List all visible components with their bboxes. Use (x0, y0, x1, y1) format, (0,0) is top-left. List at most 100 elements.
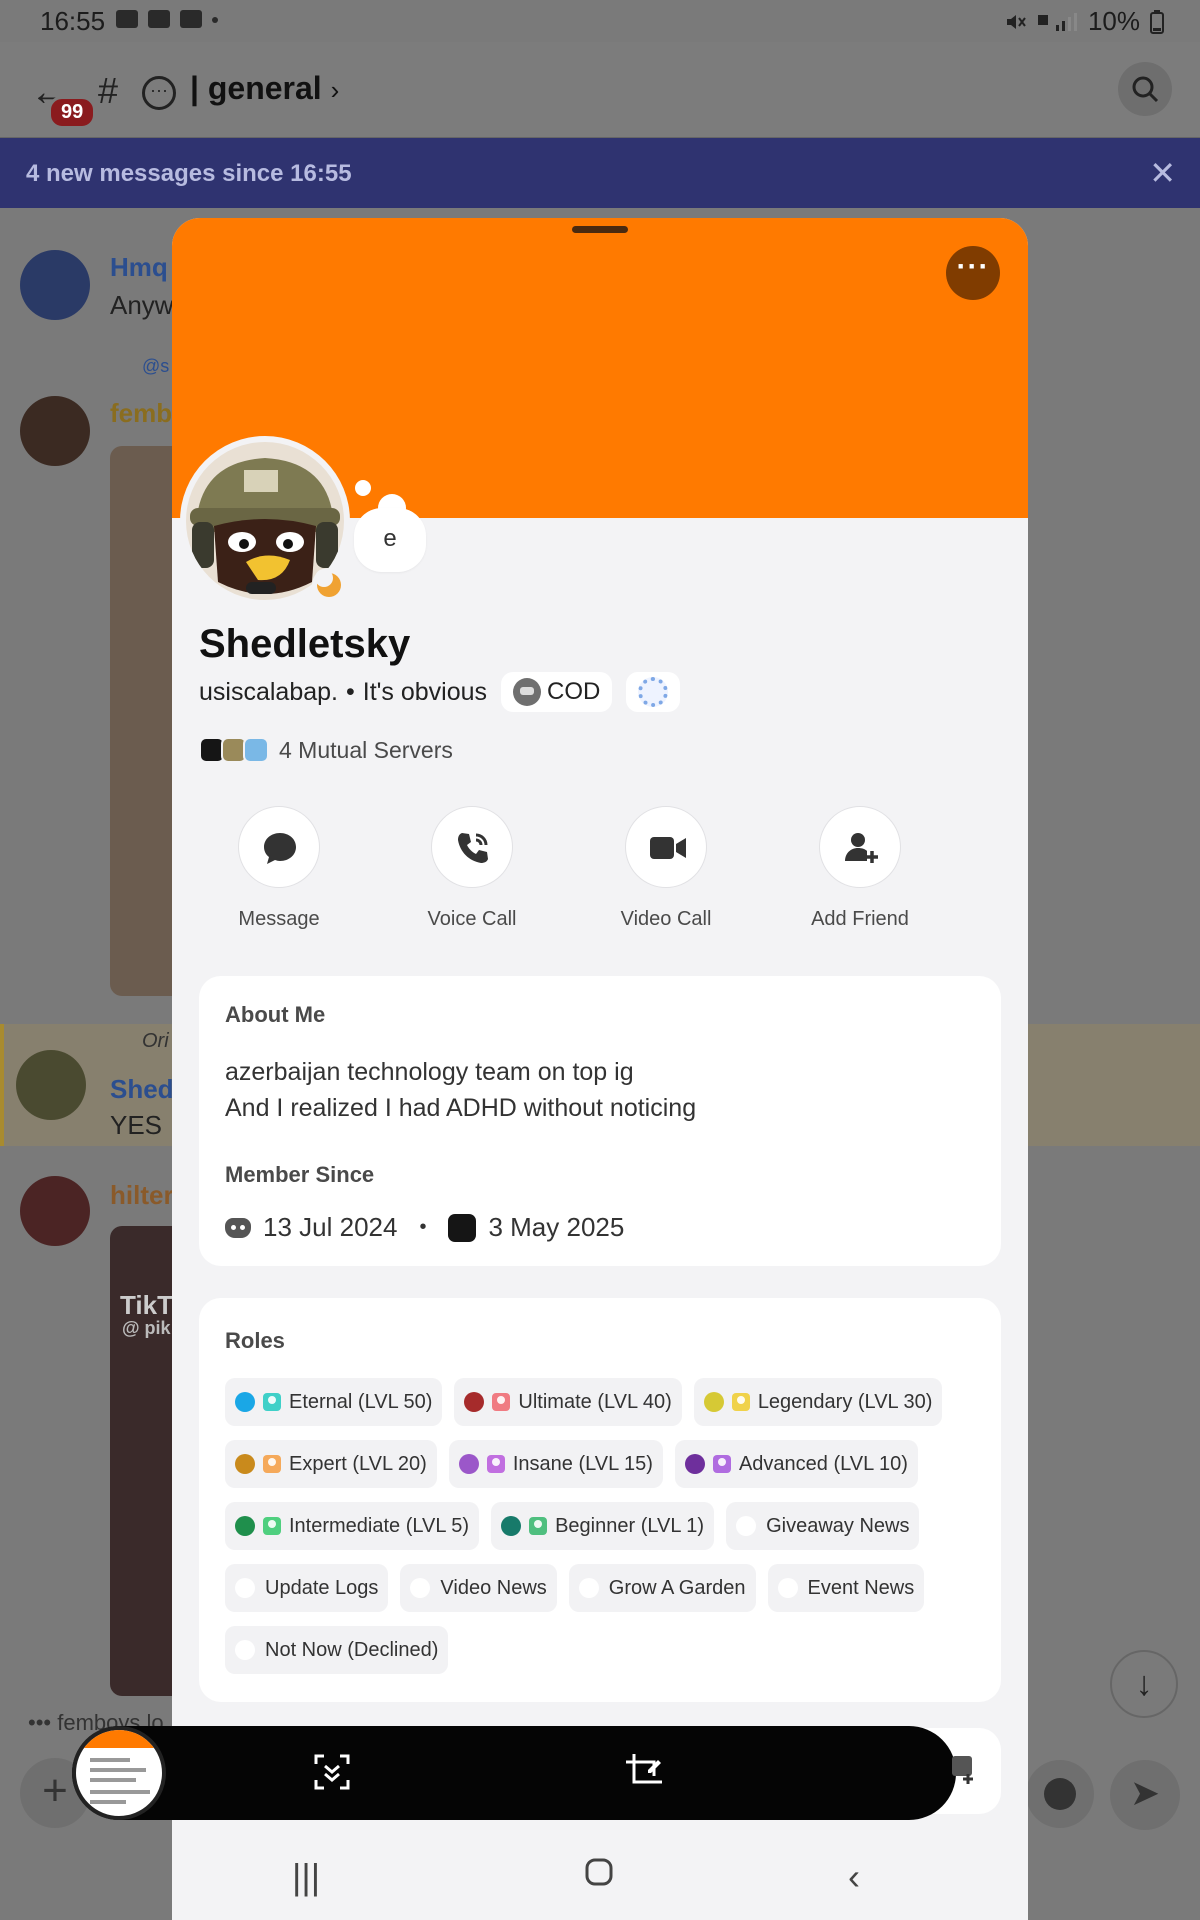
idle-status-icon (312, 568, 346, 602)
emoji-button[interactable] (1026, 1760, 1094, 1828)
message-author[interactable]: hilter (110, 1180, 174, 1211)
status-bar: 16:55 10% (0, 0, 1200, 42)
role-name: Expert (LVL 20) (289, 1452, 427, 1475)
search-button[interactable] (1118, 62, 1172, 116)
reply-preview[interactable]: @s (142, 356, 169, 377)
role-chip[interactable]: Update Logs (225, 1564, 389, 1612)
role-chip[interactable]: Insane (LVL 15) (448, 1440, 663, 1488)
channel-name: general (207, 70, 322, 106)
role-chip[interactable]: Expert (LVL 20) (225, 1440, 437, 1488)
video-call-button[interactable]: Video Call (591, 806, 741, 931)
voice-call-button[interactable]: Voice Call (397, 806, 547, 931)
role-chip[interactable]: Legendary (LVL 30) (693, 1378, 943, 1426)
role-chip[interactable]: Beginner (LVL 1) (491, 1502, 715, 1550)
avatar[interactable] (16, 1050, 86, 1120)
role-color-dot (464, 1392, 485, 1412)
threads-icon[interactable]: ··· (142, 76, 176, 110)
message-icon-circle[interactable] (238, 806, 320, 888)
member-since-row: 13 Jul 2024 • 3 May 2025 (225, 1212, 624, 1243)
role-icon (263, 1517, 281, 1535)
role-chip[interactable]: Event News (767, 1564, 925, 1612)
role-name: Beginner (LVL 1) (555, 1514, 705, 1537)
discord-join-date: 13 Jul 2024 (263, 1212, 398, 1242)
role-chip[interactable]: Grow A Garden (568, 1564, 756, 1612)
recent-apps-icon[interactable]: ||| (292, 1856, 320, 1898)
role-name: Not Now (Declined) (265, 1638, 439, 1661)
username[interactable]: usiscalabap. (199, 678, 338, 707)
role-name: Ultimate (LVL 40) (518, 1390, 672, 1413)
crop-edit-icon[interactable] (624, 1752, 664, 1792)
role-name: Intermediate (LVL 5) (289, 1514, 470, 1537)
screenshot-toolbar (72, 1726, 956, 1820)
screenshot-thumbnail[interactable] (72, 1726, 166, 1820)
role-icon (263, 1393, 281, 1411)
mute-icon (1006, 14, 1026, 29)
avatar[interactable] (20, 1176, 90, 1246)
role-color-dot (736, 1516, 757, 1536)
username-row: usiscalabap. • It's obvious COD (199, 672, 681, 712)
profile-avatar[interactable] (180, 436, 350, 606)
message-text: Anyw (110, 290, 174, 320)
about-line: And I realized I had ADHD without notici… (225, 1094, 697, 1122)
pronouns: It's obvious (362, 677, 488, 706)
role-chip[interactable]: Advanced (LVL 10) (674, 1440, 918, 1488)
role-color-dot (501, 1516, 522, 1536)
more-options-button[interactable]: ··· (946, 246, 1000, 300)
role-chip[interactable]: Not Now (Declined) (225, 1626, 449, 1674)
custom-status-bubble[interactable]: e (354, 508, 426, 572)
send-button[interactable]: ➤ (1110, 1760, 1180, 1830)
new-messages-bar[interactable]: 4 new messages since 16:55 ✕ (0, 138, 1200, 208)
role-name: Advanced (LVL 10) (738, 1452, 908, 1475)
share-icon[interactable] (950, 1752, 980, 1786)
role-chip[interactable]: Intermediate (LVL 5) (225, 1502, 480, 1550)
roles-list: Eternal (LVL 50) Ultimate (LVL 40) Legenda… (225, 1378, 995, 1674)
user-profile-sheet: ··· e Shedletsky usiscalabap. • It's obv… (172, 218, 1028, 1920)
youtube-icon (148, 10, 170, 28)
channel-title[interactable]: | general › (190, 70, 339, 107)
hash-icon: # (98, 70, 119, 111)
about-line: azerbaijan technology team on top ig (225, 1058, 634, 1086)
avatar[interactable] (20, 250, 90, 320)
message-author[interactable]: femb (110, 398, 172, 429)
role-color-dot (684, 1454, 705, 1474)
profile-badge[interactable] (626, 672, 681, 712)
role-chip[interactable]: Ultimate (LVL 40) (454, 1378, 682, 1426)
member-since-heading: Member Since (225, 1162, 375, 1187)
role-color-dot (458, 1454, 479, 1474)
battery-percent: 10% (1087, 6, 1140, 36)
back-icon[interactable]: ‹ (848, 1856, 860, 1898)
reply-preview[interactable]: Ori (142, 1030, 169, 1053)
role-chip[interactable]: Eternal (LVL 50) (225, 1378, 443, 1426)
message-text: YES (110, 1110, 163, 1140)
home-icon[interactable] (584, 1854, 614, 1896)
role-chip[interactable]: Giveaway News (726, 1502, 920, 1550)
unread-badge: 99 (48, 96, 97, 129)
role-name: Giveaway News (766, 1514, 910, 1537)
avatar[interactable] (20, 396, 90, 466)
add-friend-button[interactable]: Add Friend (785, 806, 935, 931)
role-name: Legendary (LVL 30) (757, 1390, 933, 1413)
role-chip[interactable]: Video News (400, 1564, 557, 1612)
role-color-dot (703, 1392, 724, 1412)
message-button[interactable]: Message (204, 806, 354, 931)
sheet-drag-handle[interactable] (572, 226, 628, 233)
message-author[interactable]: Shed (110, 1074, 174, 1105)
chevron-right-icon: › (330, 75, 340, 105)
search-icon (1132, 76, 1159, 103)
role-icon (731, 1393, 750, 1411)
voice-call-icon-circle[interactable] (431, 806, 513, 888)
action-label: Voice Call (427, 908, 517, 930)
role-color-dot (235, 1640, 255, 1660)
clan-tag[interactable]: COD (501, 672, 613, 712)
channel-header: ← 99 # ··· | general › (0, 42, 1200, 138)
action-label: Message (238, 908, 320, 930)
mutual-servers-row[interactable]: 4 Mutual Servers (199, 734, 453, 766)
close-icon[interactable]: ✕ (1149, 154, 1176, 192)
display-name: Shedletsky (199, 622, 411, 666)
message-icon (264, 833, 296, 864)
scroll-capture-icon[interactable] (312, 1752, 352, 1792)
video-icon (650, 837, 686, 859)
message-author[interactable]: Hmq (110, 252, 168, 283)
add-friend-icon-circle[interactable] (819, 806, 901, 888)
video-call-icon-circle[interactable] (625, 806, 707, 888)
